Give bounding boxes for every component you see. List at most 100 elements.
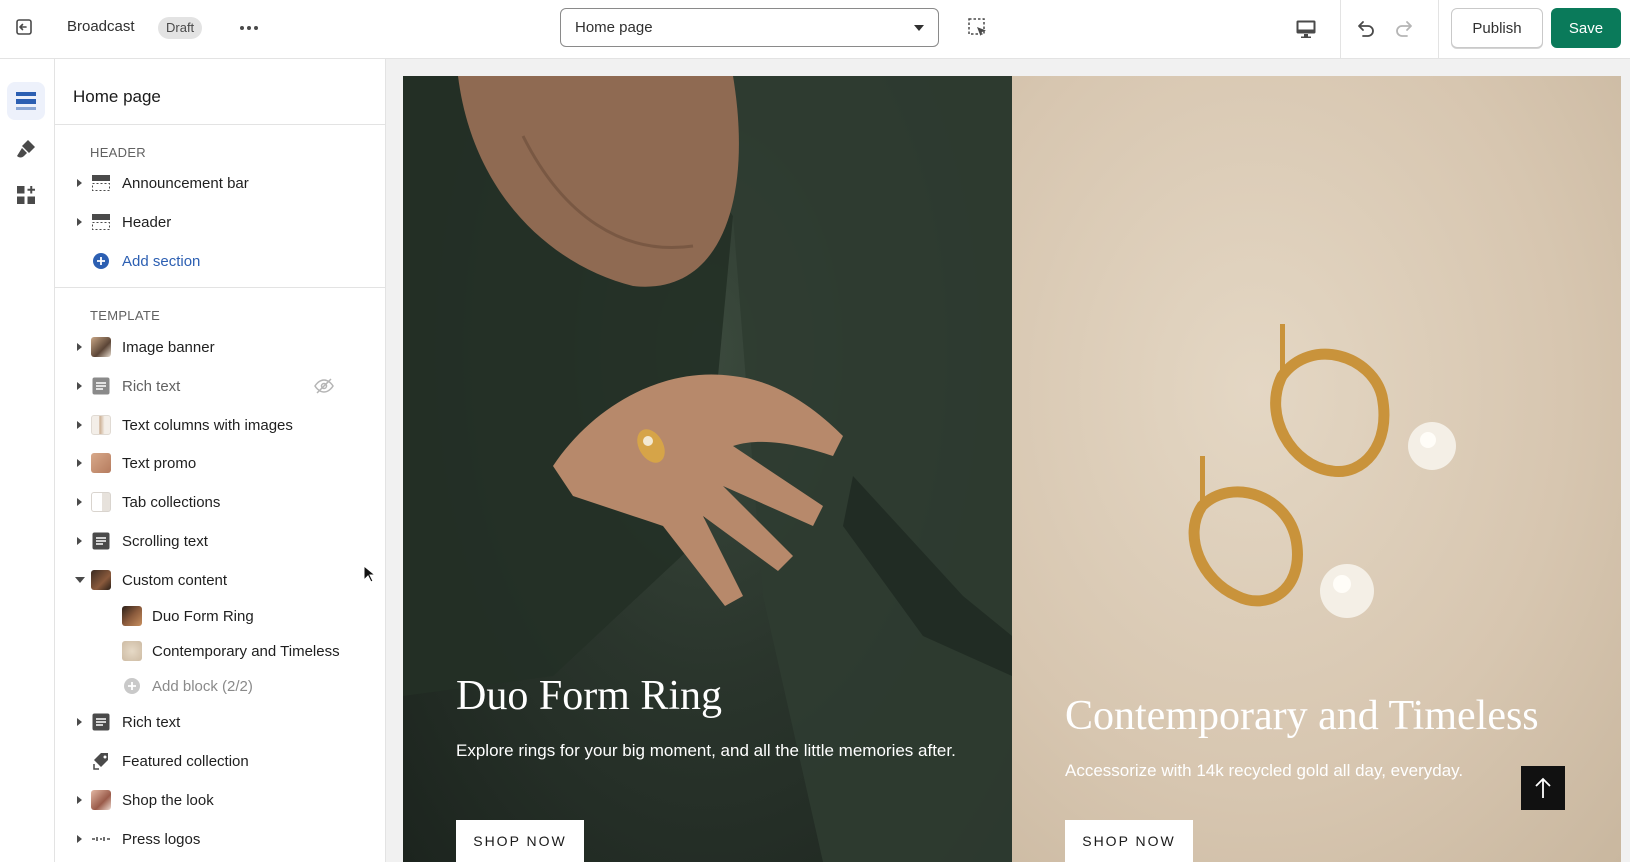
sections-icon (16, 92, 36, 110)
section-tab-collections[interactable]: Tab collections (55, 484, 385, 520)
section-announcement-bar[interactable]: Announcement bar (55, 165, 385, 201)
section-label: Rich text (122, 377, 181, 395)
back-to-top-button[interactable] (1521, 766, 1565, 810)
block-label: Duo Form Ring (152, 607, 254, 625)
divider (1340, 0, 1341, 59)
caret-down-icon (75, 577, 85, 583)
section-label: Tab collections (122, 493, 221, 511)
section-press-logos[interactable]: Press logos (55, 821, 385, 857)
chevron-down-icon (914, 25, 924, 31)
header-section-icon (91, 212, 111, 232)
banner-text-left: Explore rings for your big moment, and a… (456, 741, 956, 760)
block-label: Contemporary and Timeless (152, 642, 340, 660)
caret-right-icon (77, 459, 82, 467)
add-block-label: Add block (2/2) (152, 677, 253, 695)
divider (1438, 0, 1439, 59)
divider (55, 287, 385, 288)
block-duo-form-ring[interactable]: Duo Form Ring (55, 598, 385, 634)
block-contemporary-and-timeless[interactable]: Contemporary and Timeless (55, 633, 385, 669)
section-custom-content[interactable]: Custom content (55, 562, 385, 598)
device-preview-button[interactable] (1290, 13, 1322, 45)
image-thumbnail-icon (91, 337, 111, 357)
rail-sections-button[interactable] (7, 82, 45, 120)
save-button[interactable]: Save (1551, 8, 1621, 48)
caret-right-icon (77, 835, 82, 843)
section-text-promo[interactable]: Text promo (55, 445, 385, 481)
add-section-header[interactable]: Add section (55, 243, 385, 279)
section-shop-the-look[interactable]: Shop the look (55, 782, 385, 818)
status-badge: Draft (158, 17, 203, 39)
plus-circle-icon (91, 251, 111, 271)
section-label: Custom content (122, 571, 228, 589)
select-cursor-icon (968, 18, 986, 36)
image-thumbnail-icon (91, 453, 111, 473)
section-label: Header (122, 213, 172, 231)
caret-right-icon (77, 343, 82, 351)
tag-icon (91, 751, 111, 771)
shop-now-button-left[interactable]: SHOP NOW (456, 820, 584, 862)
store-preview[interactable]: Duo Form Ring Explore rings for your big… (403, 76, 1621, 862)
earrings-illustration (1188, 324, 1456, 618)
image-thumbnail-icon (122, 641, 142, 661)
eye-hidden-icon[interactable] (313, 375, 335, 397)
text-section-icon (91, 531, 111, 551)
image-thumbnail-icon (91, 492, 111, 512)
mouse-cursor-icon (363, 565, 375, 583)
text-section-icon (91, 376, 111, 396)
section-label: Scrolling text (122, 532, 208, 550)
section-rich-text-hidden[interactable]: Rich text (55, 368, 385, 404)
caret-right-icon (77, 537, 82, 545)
rail-theme-settings-button[interactable] (7, 130, 45, 168)
plus-circle-icon (122, 676, 142, 696)
more-actions-button[interactable] (234, 13, 264, 43)
shop-now-button-right[interactable]: SHOP NOW (1065, 820, 1193, 862)
apps-icon (17, 186, 35, 204)
section-label: Press logos (122, 830, 201, 848)
theme-name: Broadcast (67, 18, 135, 35)
arrow-up-icon (1535, 777, 1551, 798)
desktop-icon (1296, 20, 1316, 38)
exit-button[interactable] (8, 11, 40, 43)
redo-button[interactable] (1389, 13, 1421, 45)
logo-list-icon (91, 829, 111, 849)
section-label: Shop the look (122, 791, 214, 809)
section-image-banner[interactable]: Image banner (55, 329, 385, 365)
sections-sidebar: Home page HEADER Announcement bar Header… (55, 59, 386, 862)
caret-right-icon (77, 796, 82, 804)
section-featured-collection[interactable]: Featured collection (55, 743, 385, 779)
publish-button[interactable]: Publish (1451, 8, 1543, 48)
banner-title-right: Contemporary and Timeless (1065, 693, 1539, 739)
image-thumbnail-icon (91, 570, 111, 590)
section-label: Featured collection (122, 752, 249, 770)
caret-right-icon (77, 498, 82, 506)
exit-icon (16, 19, 32, 35)
divider (55, 124, 385, 125)
add-section-label: Add section (122, 252, 201, 270)
add-block-button[interactable]: Add block (2/2) (55, 668, 385, 704)
group-label-template: TEMPLATE (90, 308, 161, 323)
undo-button[interactable] (1349, 13, 1381, 45)
section-text-columns-with-images[interactable]: Text columns with images (55, 407, 385, 443)
section-scrolling-text[interactable]: Scrolling text (55, 523, 385, 559)
image-thumbnail-icon (91, 415, 111, 435)
text-section-icon (91, 712, 111, 732)
caret-right-icon (77, 718, 82, 726)
left-rail (0, 59, 55, 862)
undo-icon (1358, 21, 1374, 37)
banner-title-left: Duo Form Ring (456, 673, 723, 719)
section-header[interactable]: Header (55, 204, 385, 240)
redo-icon (1396, 21, 1412, 37)
sidebar-title: Home page (73, 87, 161, 106)
section-label: Image banner (122, 338, 215, 356)
header-section-icon (91, 173, 111, 193)
section-rich-text[interactable]: Rich text (55, 704, 385, 740)
inspector-button[interactable] (963, 13, 993, 43)
rail-app-embeds-button[interactable] (7, 176, 45, 214)
caret-right-icon (77, 421, 82, 429)
page-selector[interactable]: Home page (560, 8, 939, 47)
page-selector-value: Home page (575, 19, 653, 36)
group-label-header: HEADER (90, 145, 146, 160)
section-label: Text columns with images (122, 416, 293, 434)
paintbrush-icon (17, 140, 35, 158)
more-horizontal-icon (240, 26, 258, 30)
